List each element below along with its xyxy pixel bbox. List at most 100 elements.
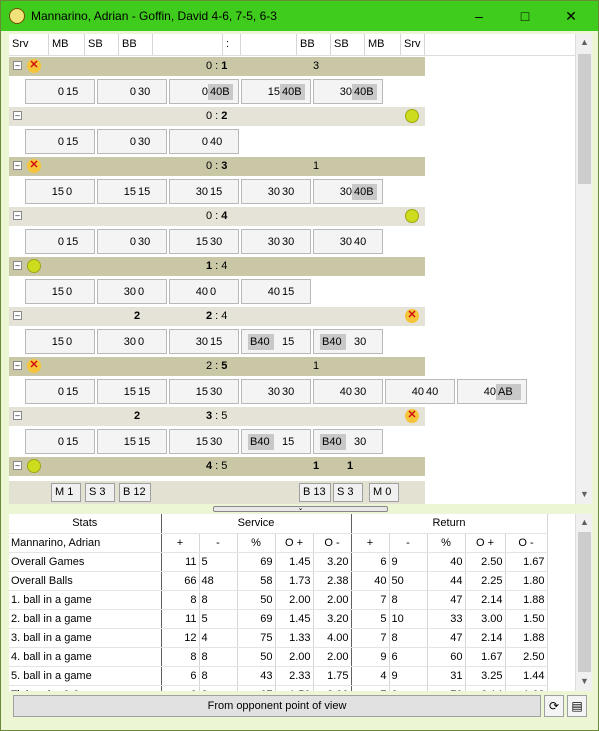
point-cell[interactable]: 40 15 [241, 279, 311, 304]
stats-value: 2.33 [275, 666, 314, 686]
point-cell[interactable]: 0 30 [97, 229, 167, 254]
point-cell[interactable]: 0 15 [25, 79, 95, 104]
collapse-toggle-icon[interactable]: – [13, 461, 22, 470]
point-cell[interactable]: 0 15 [25, 379, 95, 404]
close-button[interactable]: ✕ [548, 1, 594, 31]
game-row[interactable]: – 0 : 4 [9, 207, 425, 226]
stats-row[interactable]: 5. ball in a game 6 8 43 2.33 1.75 4 9 31 3.25 1.4… [9, 666, 548, 686]
maximize-button[interactable]: □ [502, 1, 548, 31]
point-cell[interactable]: 30 40B [313, 79, 383, 104]
point-cell[interactable]: 0 15 [25, 229, 95, 254]
point-cell[interactable]: 15 15 [97, 179, 167, 204]
point-cell[interactable]: 40 40 [385, 379, 455, 404]
column-header: SB [85, 34, 119, 55]
point-cell[interactable]: 30 30 [241, 179, 311, 204]
point-score-server: B40 [320, 434, 346, 450]
stats-scrollbar[interactable]: ▲ ▼ [575, 514, 592, 691]
game-row[interactable]: – ✕ 2 : 5 1 [9, 357, 425, 376]
collapse-toggle-icon[interactable]: – [13, 411, 22, 420]
games-scrollbar[interactable]: ▲ ▼ [575, 34, 592, 504]
stats-row[interactable]: 3. ball in a game 12 4 75 1.33 4.00 7 8 47 2.14 1.… [9, 628, 548, 648]
point-cell[interactable]: 40 AB [457, 379, 527, 404]
stats-row[interactable]: 1. ball in a game 8 8 50 2.00 2.00 7 8 47 2.14 1.8… [9, 590, 548, 610]
column-header: MB [49, 34, 85, 55]
stats-value: 1.80 [505, 571, 548, 591]
scroll-down-icon[interactable]: ▼ [576, 673, 593, 690]
stats-row[interactable]: Overall Games 11 5 69 1.45 3.20 6 9 40 2.50 1.67 [9, 552, 548, 572]
point-cell[interactable]: 30 30 [241, 379, 311, 404]
point-cell[interactable]: 30 40B [313, 179, 383, 204]
stats-value: 69 [237, 552, 276, 572]
point-score-receiver: 40B [280, 84, 305, 100]
collapse-toggle-icon[interactable]: – [13, 311, 22, 320]
point-cell[interactable]: 30 15 [169, 329, 239, 354]
scroll-thumb[interactable] [578, 532, 591, 672]
point-cell[interactable]: 40 30 [313, 379, 383, 404]
player-name: Mannarino, Adrian [9, 533, 162, 553]
point-score-server: 15 [123, 436, 136, 448]
point-cell[interactable]: 0 15 [25, 129, 95, 154]
stats-row[interactable]: Tiebreak - 6-663671.503.0073702.141.63 [9, 685, 548, 691]
point-score-receiver: 15 [282, 336, 295, 348]
stats-value: 50 [237, 590, 276, 610]
point-score-receiver: 0 [210, 286, 217, 298]
point-score-receiver: 15 [282, 286, 295, 298]
column-header: Srv [401, 34, 425, 55]
point-cell[interactable]: B40 30 [313, 329, 383, 354]
point-cell[interactable]: B40 30 [313, 429, 383, 454]
game-row[interactable]: – ✕ 0 : 1 3 [9, 57, 425, 76]
point-cell[interactable]: B40 15 [241, 329, 311, 354]
point-cell[interactable]: 15 0 [25, 179, 95, 204]
point-score-receiver: 15 [138, 386, 151, 398]
point-cell[interactable]: 15 30 [169, 229, 239, 254]
point-cell[interactable]: 30 30 [241, 229, 311, 254]
game-row[interactable]: – 4 : 5 1 1 [9, 457, 425, 476]
opponent-view-button[interactable]: From opponent point of view [13, 695, 541, 717]
stats-row[interactable]: Overall Balls 66 48 58 1.73 2.38 40 50 44 2.25 1.8… [9, 571, 548, 591]
scroll-thumb[interactable] [578, 54, 591, 184]
points-row: 0 15 0 30 0 40B 15 40B 30 40B [9, 76, 575, 107]
game-row[interactable]: – ✕ 0 : 3 1 [9, 157, 425, 176]
pane-splitter[interactable]: ⌄ [213, 505, 388, 512]
collapse-toggle-icon[interactable]: – [13, 161, 22, 170]
game-row[interactable]: – 0 : 2 [9, 107, 425, 126]
column-header: MB [365, 34, 401, 55]
refresh-icon[interactable]: ⟳ [544, 695, 564, 717]
point-cell[interactable]: 30 40 [313, 229, 383, 254]
scroll-down-icon[interactable]: ▼ [576, 486, 593, 503]
collapse-toggle-icon[interactable]: – [13, 111, 22, 120]
point-cell[interactable]: 15 30 [169, 379, 239, 404]
point-cell[interactable]: 0 30 [97, 129, 167, 154]
collapse-toggle-icon[interactable]: – [13, 211, 22, 220]
game-row[interactable]: – 1 : 4 [9, 257, 425, 276]
collapse-toggle-icon[interactable]: – [13, 261, 22, 270]
minimize-button[interactable]: – [456, 1, 502, 31]
point-cell[interactable]: 15 15 [97, 379, 167, 404]
point-cell[interactable]: 40 0 [169, 279, 239, 304]
point-cell[interactable]: 30 0 [97, 329, 167, 354]
scroll-up-icon[interactable]: ▲ [576, 514, 593, 531]
stats-row[interactable]: 4. ball in a game 8 8 50 2.00 2.00 9 6 60 1.67 2.5… [9, 647, 548, 667]
point-cell[interactable]: 30 15 [169, 179, 239, 204]
game-row[interactable]: – 2 2 : 4 ✕ [9, 307, 425, 326]
point-cell[interactable]: 0 40 [169, 129, 239, 154]
point-cell[interactable]: B40 15 [241, 429, 311, 454]
point-cell[interactable]: 0 30 [97, 79, 167, 104]
collapse-toggle-icon[interactable]: – [13, 361, 22, 370]
point-score-receiver: 0 [66, 186, 73, 198]
game-row[interactable]: – 2 3 : 5 ✕ [9, 407, 425, 426]
point-cell[interactable]: 15 30 [169, 429, 239, 454]
point-cell[interactable]: 0 15 [25, 429, 95, 454]
point-cell[interactable]: 30 0 [97, 279, 167, 304]
point-cell[interactable]: 15 0 [25, 329, 95, 354]
point-cell[interactable]: 0 40B [169, 79, 239, 104]
point-cell[interactable]: 15 0 [25, 279, 95, 304]
stats-row-label: Overall Games [9, 552, 162, 572]
export-icon[interactable]: ▤ [567, 695, 587, 717]
point-cell[interactable]: 15 15 [97, 429, 167, 454]
stats-row[interactable]: 2. ball in a game 11 5 69 1.45 3.20 5 10 33 3.00 1… [9, 609, 548, 629]
collapse-toggle-icon[interactable]: – [13, 61, 22, 70]
point-cell[interactable]: 15 40B [241, 79, 311, 104]
stats-value: 11 [161, 609, 200, 629]
scroll-up-icon[interactable]: ▲ [576, 34, 593, 51]
